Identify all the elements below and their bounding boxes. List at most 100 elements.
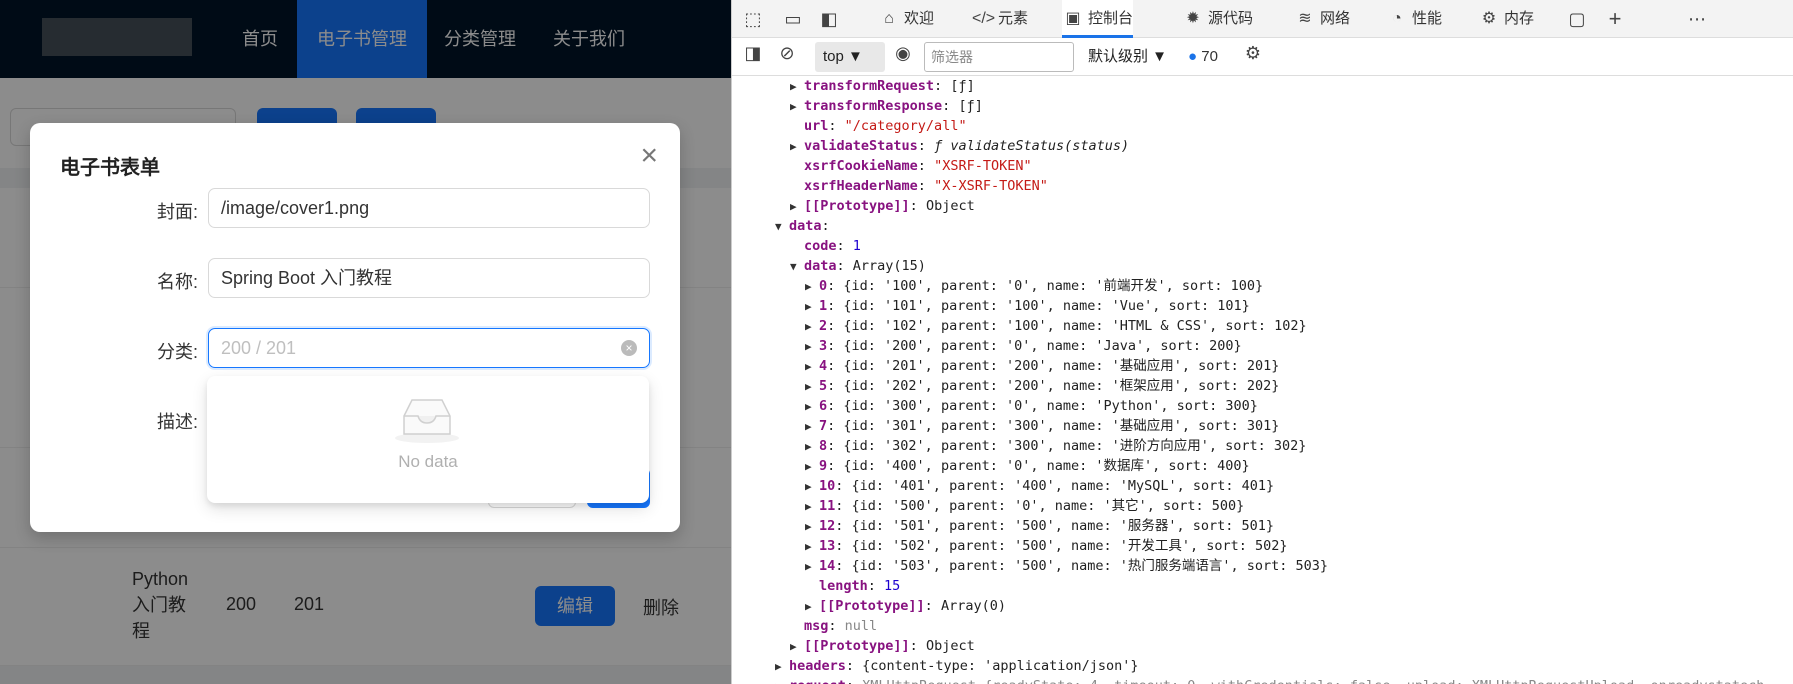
expand-triangle-icon[interactable]: ▶ — [805, 277, 819, 297]
console-value: 15 — [884, 578, 901, 594]
expand-triangle-icon[interactable]: ▼ — [790, 257, 804, 277]
console-line[interactable]: ▶ 9: {id: '400', parent: '0', name: '数据库'… — [732, 456, 1250, 476]
console-line[interactable]: ▶ 4: {id: '201', parent: '200', name: '基础… — [732, 356, 1279, 376]
expand-triangle-icon[interactable]: ▶ — [775, 657, 789, 677]
devtools-tab[interactable]: ◔ 性能 — [1386, 0, 1442, 38]
expand-triangle-icon[interactable]: ▶ — [805, 337, 819, 357]
console-key: 9 — [819, 458, 828, 474]
console-key: code — [804, 238, 837, 254]
expand-triangle-icon[interactable]: ▶ — [805, 437, 819, 457]
devtools-tab[interactable]: ▣ 控制台 — [1062, 0, 1134, 38]
log-level-select[interactable]: 默认级别 ▼ — [1088, 42, 1167, 72]
clear-icon[interactable]: × — [621, 340, 637, 356]
console-key: validateStatus — [804, 138, 918, 154]
console-line[interactable]: ▶ 6: {id: '300', parent: '0', name: 'Pyth… — [732, 396, 1258, 416]
console-line[interactable]: ▶ 3: {id: '200', parent: '0', name: 'Java… — [732, 336, 1242, 356]
console-key: data — [789, 218, 822, 234]
tab-label: 源代码 — [1208, 10, 1254, 27]
eye-icon[interactable]: ◉ — [892, 42, 914, 64]
console-line[interactable]: ▼ data: Array(15) — [732, 256, 926, 276]
console-line[interactable]: ▶ 12: {id: '501', parent: '500', name: '服… — [732, 516, 1274, 536]
console-value: {id: '101', parent: '100', name: 'Vue', … — [843, 298, 1250, 314]
console-value: "/category/all" — [844, 118, 967, 134]
console-key: 13 — [819, 538, 836, 554]
no-data-text: No data — [398, 452, 458, 471]
expand-triangle-icon[interactable]: ▶ — [805, 357, 819, 377]
layout-icon[interactable]: ▢ — [1566, 8, 1588, 30]
devtools-tab[interactable]: ⌂ 欢迎 — [878, 0, 934, 38]
console-value: ƒ validateStatus(status) — [934, 138, 1130, 154]
console-key: 1 — [819, 298, 828, 314]
expand-triangle-icon[interactable]: ▶ — [805, 497, 819, 517]
console-line[interactable]: ▶ validateStatus: ƒ validateStatus(status… — [732, 136, 1129, 156]
expand-triangle-icon[interactable]: ▶ — [805, 397, 819, 417]
expand-triangle-icon[interactable]: ▶ — [805, 597, 819, 617]
console-key: 2 — [819, 318, 828, 334]
tab-label: 网络 — [1320, 10, 1351, 27]
expand-triangle-icon[interactable]: ▶ — [805, 377, 819, 397]
console-line[interactable]: ▶ 14: {id: '503', parent: '500', name: '热… — [732, 556, 1328, 576]
expand-triangle-icon[interactable]: ▶ — [790, 77, 804, 97]
expand-triangle-icon[interactable]: ▶ — [805, 417, 819, 437]
console-value: {id: '500', parent: '0', name: '其它', sor… — [851, 498, 1245, 514]
console-line[interactable]: ▶ 7: {id: '301', parent: '300', name: '基础… — [732, 416, 1279, 436]
console-line[interactable]: ▶ [[Prototype]]: Object — [732, 196, 975, 216]
devtools-tab[interactable]: ✹ 源代码 — [1182, 0, 1253, 38]
console-value: {id: '202', parent: '200', name: '框架应用',… — [843, 378, 1280, 394]
devtools-tab[interactable]: ⚙ 内存 — [1478, 0, 1534, 38]
expand-triangle-icon[interactable]: ▶ — [790, 637, 804, 657]
clear-console-icon[interactable]: ⊘ — [776, 42, 798, 64]
context-select-value: top — [823, 48, 844, 65]
console-line[interactable]: ▶ 5: {id: '202', parent: '200', name: '框架… — [732, 376, 1279, 396]
sidebar-icon[interactable]: ◨ — [742, 42, 764, 64]
console-key: 7 — [819, 418, 828, 434]
more-icon[interactable]: ⋯ — [1686, 8, 1708, 30]
console-key: xsrfCookieName — [804, 158, 918, 174]
context-select[interactable]: top ▼ — [815, 42, 885, 72]
expand-triangle-icon[interactable]: ▶ — [805, 477, 819, 497]
console-line[interactable]: ▶ [[Prototype]]: Object — [732, 636, 975, 656]
console-line[interactable]: ▼ data: — [732, 216, 838, 236]
expand-triangle-icon[interactable]: ▼ — [775, 217, 789, 237]
expand-triangle-icon[interactable]: ▶ — [805, 537, 819, 557]
filter-input[interactable]: 筛选器 — [924, 42, 1074, 72]
devtools-tab[interactable]: ≋ 网络 — [1294, 0, 1350, 38]
expand-triangle-icon[interactable]: ▶ — [790, 137, 804, 157]
expand-triangle-icon[interactable]: ▶ — [805, 317, 819, 337]
console-value: {id: '201', parent: '200', name: '基础应用',… — [843, 358, 1280, 374]
console-line[interactable]: ▶ 0: {id: '100', parent: '0', name: '前端开发… — [732, 276, 1263, 296]
console-line[interactable]: ▶ headers: {content-type: 'application/js… — [732, 656, 1139, 676]
console-line[interactable]: ▶ 1: {id: '101', parent: '100', name: 'Vu… — [732, 296, 1250, 316]
console-line[interactable]: ▶ 11: {id: '500', parent: '0', name: '其它'… — [732, 496, 1244, 516]
expand-triangle-icon[interactable]: ▶ — [790, 197, 804, 217]
tab-label: 欢迎 — [904, 10, 935, 27]
console-key: msg — [804, 618, 829, 634]
plus-icon[interactable]: + — [1604, 8, 1626, 30]
console-line[interactable]: ▶request: XMLHttpRequest {readyState: 4,… — [732, 676, 1764, 684]
cover-input[interactable]: /image/cover1.png — [208, 188, 650, 228]
console-line[interactable]: ▶ transformResponse: [ƒ] — [732, 96, 983, 116]
expand-triangle-icon[interactable]: ▶ — [805, 457, 819, 477]
console-line[interactable]: ▶ 2: {id: '102', parent: '100', name: 'HT… — [732, 316, 1307, 336]
name-input[interactable]: Spring Boot 入门教程 — [208, 258, 650, 298]
dock-icon[interactable]: ◧ — [818, 8, 840, 30]
settings-gear-icon[interactable]: ⚙ — [1242, 42, 1264, 64]
console-key: data — [804, 258, 837, 274]
console-line[interactable]: ▶ 8: {id: '302', parent: '300', name: '进阶… — [732, 436, 1306, 456]
console-value: {id: '503', parent: '500', name: '热门服务端语… — [851, 558, 1329, 574]
expand-triangle-icon[interactable]: ▶ — [775, 677, 789, 684]
console-line[interactable]: ▶ 13: {id: '502', parent: '500', name: '开… — [732, 536, 1288, 556]
console-value: {id: '502', parent: '500', name: '开发工具',… — [851, 538, 1288, 554]
inspect-icon[interactable]: ⬚ — [742, 8, 764, 30]
console-line[interactable]: ▶ transformRequest: [ƒ] — [732, 76, 975, 96]
expand-triangle-icon[interactable]: ▶ — [805, 557, 819, 577]
expand-triangle-icon[interactable]: ▶ — [805, 297, 819, 317]
expand-triangle-icon[interactable]: ▶ — [805, 517, 819, 537]
device-icon[interactable]: ▭ — [782, 8, 804, 30]
console-line[interactable]: ▶ [[Prototype]]: Array(0) — [732, 596, 1006, 616]
console-line[interactable]: ▶ 10: {id: '401', parent: '400', name: 'M… — [732, 476, 1274, 496]
close-icon[interactable]: × — [640, 141, 658, 171]
expand-triangle-icon[interactable]: ▶ — [790, 97, 804, 117]
category-cascader[interactable]: 200 / 201 × — [208, 328, 650, 368]
devtools-tab[interactable]: </> 元素 — [972, 0, 1028, 38]
